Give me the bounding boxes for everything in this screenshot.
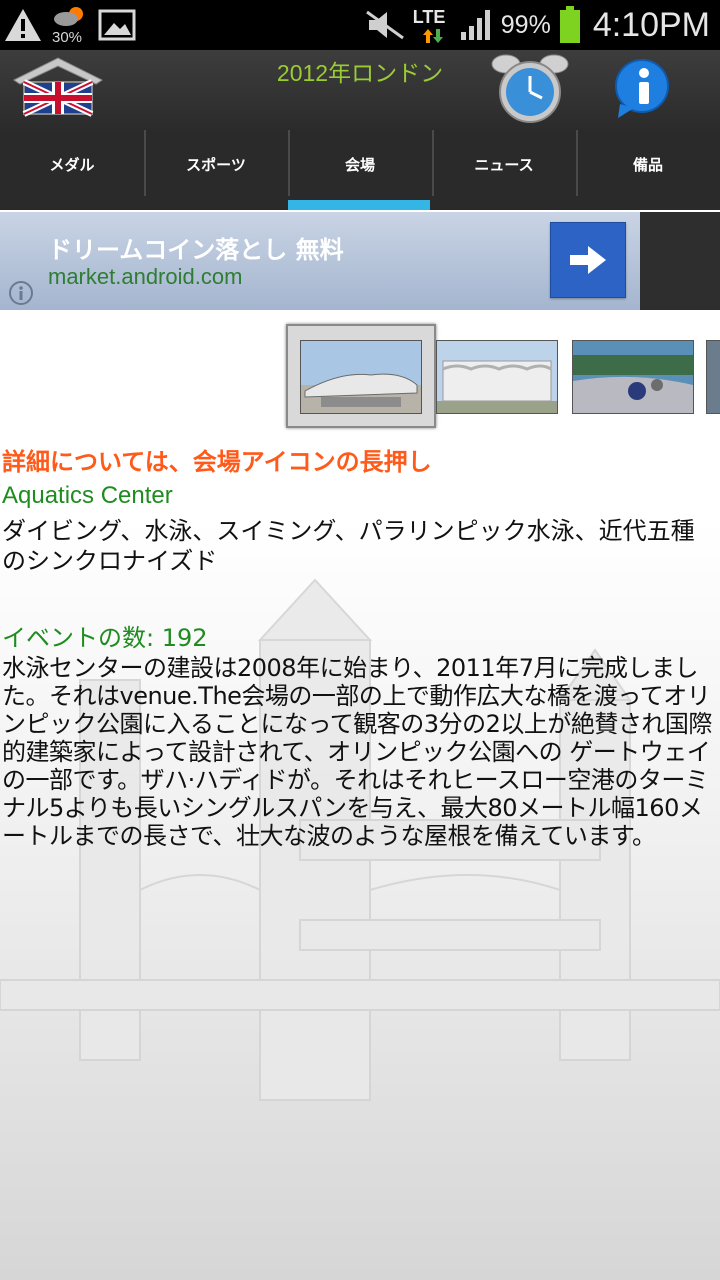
venue-thumbnail[interactable] (300, 340, 422, 414)
tab-label: 会場 (344, 155, 375, 174)
tab-label: ニュース (474, 155, 534, 174)
tab-news[interactable]: ニュース (432, 130, 576, 210)
mute-icon (365, 10, 404, 40)
gallery-icon (98, 9, 136, 41)
tab-label: メダル (49, 155, 95, 174)
clock: 4:10PM (592, 5, 710, 44)
warning-icon (5, 9, 41, 41)
ad-banner[interactable]: ドリームコイン落とし 無料 market.android.com (0, 212, 640, 310)
venue-sports: ダイビング、水泳、スイミング、パラリンピック水泳、近代五種のシンクロナイズド (2, 517, 695, 575)
venue-thumbnail[interactable] (572, 340, 694, 414)
battery-icon (559, 6, 580, 43)
ad-side-panel (640, 212, 720, 310)
venue-thumbnail[interactable] (436, 340, 558, 414)
network-label: LTE (412, 7, 446, 27)
venue-name: Aquatics Center (2, 482, 173, 509)
action-bar: 2012年ロンドン (0, 50, 720, 130)
tab-venues[interactable]: 会場 (288, 130, 432, 210)
tab-equipment[interactable]: 備品 (576, 130, 720, 210)
ad-open-button[interactable] (550, 222, 626, 298)
long-press-hint: 詳細については、会場アイコンの長押し (2, 448, 432, 476)
weather-text: 30% (52, 29, 83, 46)
event-count: イベントの数: 192 (2, 624, 208, 652)
alarm-clock-icon[interactable] (488, 52, 572, 126)
tab-label: 備品 (632, 155, 663, 174)
ad-title: ドリームコイン落とし 無料 (48, 236, 344, 264)
venue-thumbnail[interactable] (706, 340, 720, 414)
tab-medals[interactable]: メダル (0, 130, 144, 210)
lte-indicator: LTE (413, 5, 451, 45)
signal-icon (460, 10, 490, 40)
ad-info-icon[interactable] (8, 280, 34, 306)
weather-icon: 30% (52, 4, 88, 46)
arrow-right-icon (570, 246, 606, 274)
status-bar: 30% LTE 99% 4:10PM (0, 0, 720, 50)
tab-sports[interactable]: スポーツ (144, 130, 288, 210)
info-icon[interactable] (610, 56, 674, 120)
venue-gallery[interactable] (0, 312, 720, 430)
battery-percent: 99% (500, 10, 551, 39)
app-title: 2012年ロンドン (276, 60, 444, 86)
tab-label: スポーツ (186, 155, 246, 174)
tab-bar: メダル スポーツ 会場 ニュース 備品 (0, 130, 720, 210)
ad-url: market.android.com (48, 264, 243, 289)
uk-home-icon[interactable] (10, 56, 106, 118)
venue-description: 水泳センターの建設は2008年に始まり、2011年7月に完成しました。それはve… (2, 654, 712, 850)
